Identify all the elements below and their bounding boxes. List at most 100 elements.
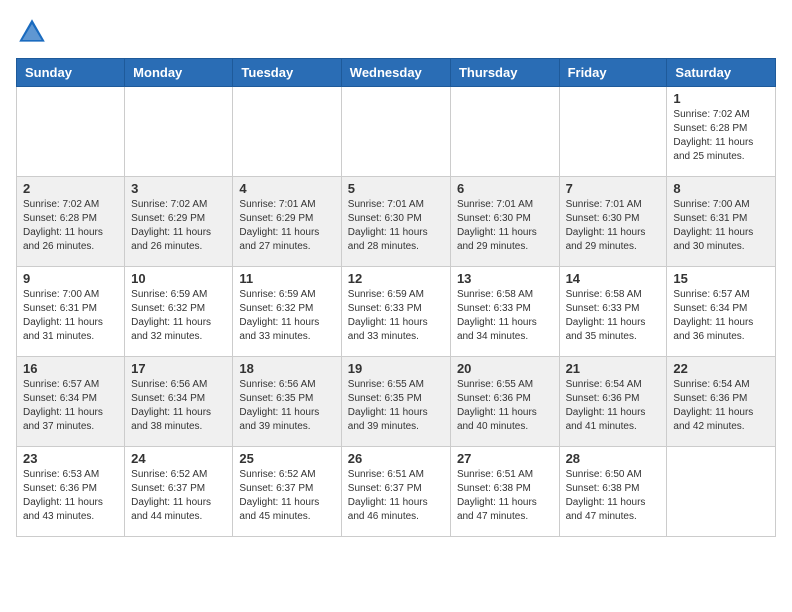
calendar-cell: 2 Sunrise: 7:02 AM Sunset: 6:28 PM Daylig… [17, 177, 125, 267]
day-number: 20 [457, 361, 553, 376]
calendar-header-row: SundayMondayTuesdayWednesdayThursdayFrid… [17, 59, 776, 87]
logo-icon [16, 16, 48, 48]
calendar-cell [125, 87, 233, 177]
calendar-week-5: 23 Sunrise: 6:53 AM Sunset: 6:36 PM Dayli… [17, 447, 776, 537]
calendar-cell: 4 Sunrise: 7:01 AM Sunset: 6:29 PM Daylig… [233, 177, 341, 267]
calendar-week-1: 1 Sunrise: 7:02 AM Sunset: 6:28 PM Daylig… [17, 87, 776, 177]
calendar-cell: 11 Sunrise: 6:59 AM Sunset: 6:32 PM Dayli… [233, 267, 341, 357]
calendar-cell [233, 87, 341, 177]
cell-content: Sunrise: 6:54 AM Sunset: 6:36 PM Dayligh… [566, 378, 661, 434]
column-header-monday: Monday [125, 59, 233, 87]
calendar-cell: 19 Sunrise: 6:55 AM Sunset: 6:35 PM Dayli… [341, 357, 450, 447]
day-number: 17 [131, 361, 226, 376]
calendar-cell: 18Sunrise: 6:56 AM Sunset: 6:35 PM Dayli… [233, 357, 341, 447]
cell-content: Sunrise: 6:55 AM Sunset: 6:35 PM Dayligh… [348, 378, 444, 434]
day-number: 9 [23, 271, 118, 286]
cell-content: Sunrise: 7:00 AM Sunset: 6:31 PM Dayligh… [23, 288, 118, 344]
calendar-cell: 6Sunrise: 7:01 AM Sunset: 6:30 PM Daylig… [450, 177, 559, 267]
calendar-cell: 12 Sunrise: 6:59 AM Sunset: 6:33 PM Dayli… [341, 267, 450, 357]
day-number: 13 [457, 271, 553, 286]
cell-content: Sunrise: 6:52 AM Sunset: 6:37 PM Dayligh… [131, 468, 226, 524]
day-number: 19 [348, 361, 444, 376]
calendar-cell [17, 87, 125, 177]
cell-content: Sunrise: 6:58 AM Sunset: 6:33 PM Dayligh… [566, 288, 661, 344]
cell-content: Sunrise: 6:59 AM Sunset: 6:32 PM Dayligh… [131, 288, 226, 344]
cell-content: Sunrise: 7:02 AM Sunset: 6:29 PM Dayligh… [131, 198, 226, 254]
cell-content: Sunrise: 6:52 AM Sunset: 6:37 PM Dayligh… [239, 468, 334, 524]
day-number: 1 [673, 91, 769, 106]
day-number: 23 [23, 451, 118, 466]
day-number: 22 [673, 361, 769, 376]
cell-content: Sunrise: 6:57 AM Sunset: 6:34 PM Dayligh… [673, 288, 769, 344]
cell-content: Sunrise: 6:57 AM Sunset: 6:34 PM Dayligh… [23, 378, 118, 434]
day-number: 8 [673, 181, 769, 196]
cell-content: Sunrise: 7:01 AM Sunset: 6:30 PM Dayligh… [457, 198, 553, 254]
day-number: 16 [23, 361, 118, 376]
day-number: 12 [348, 271, 444, 286]
calendar-cell: 8 Sunrise: 7:00 AM Sunset: 6:31 PM Daylig… [667, 177, 776, 267]
cell-content: Sunrise: 6:56 AM Sunset: 6:34 PM Dayligh… [131, 378, 226, 434]
calendar-cell [559, 87, 667, 177]
calendar-cell: 10Sunrise: 6:59 AM Sunset: 6:32 PM Dayli… [125, 267, 233, 357]
day-number: 3 [131, 181, 226, 196]
calendar-cell: 15 Sunrise: 6:57 AM Sunset: 6:34 PM Dayli… [667, 267, 776, 357]
calendar-table: SundayMondayTuesdayWednesdayThursdayFrid… [16, 58, 776, 537]
day-number: 11 [239, 271, 334, 286]
cell-content: Sunrise: 7:02 AM Sunset: 6:28 PM Dayligh… [23, 198, 118, 254]
day-number: 21 [566, 361, 661, 376]
day-number: 24 [131, 451, 226, 466]
calendar-cell: 26 Sunrise: 6:51 AM Sunset: 6:37 PM Dayli… [341, 447, 450, 537]
calendar-week-4: 16 Sunrise: 6:57 AM Sunset: 6:34 PM Dayli… [17, 357, 776, 447]
cell-content: Sunrise: 6:55 AM Sunset: 6:36 PM Dayligh… [457, 378, 553, 434]
day-number: 7 [566, 181, 661, 196]
column-header-saturday: Saturday [667, 59, 776, 87]
logo [16, 16, 52, 48]
column-header-thursday: Thursday [450, 59, 559, 87]
calendar-cell: 25 Sunrise: 6:52 AM Sunset: 6:37 PM Dayli… [233, 447, 341, 537]
calendar-cell: 7 Sunrise: 7:01 AM Sunset: 6:30 PM Daylig… [559, 177, 667, 267]
calendar-week-3: 9 Sunrise: 7:00 AM Sunset: 6:31 PM Daylig… [17, 267, 776, 357]
cell-content: Sunrise: 6:53 AM Sunset: 6:36 PM Dayligh… [23, 468, 118, 524]
cell-content: Sunrise: 6:58 AM Sunset: 6:33 PM Dayligh… [457, 288, 553, 344]
cell-content: Sunrise: 6:59 AM Sunset: 6:32 PM Dayligh… [239, 288, 334, 344]
day-number: 15 [673, 271, 769, 286]
cell-content: Sunrise: 6:50 AM Sunset: 6:38 PM Dayligh… [566, 468, 661, 524]
day-number: 4 [239, 181, 334, 196]
day-number: 26 [348, 451, 444, 466]
day-number: 25 [239, 451, 334, 466]
column-header-sunday: Sunday [17, 59, 125, 87]
calendar-cell: 20 Sunrise: 6:55 AM Sunset: 6:36 PM Dayli… [450, 357, 559, 447]
calendar-cell [450, 87, 559, 177]
calendar-cell: 1 Sunrise: 7:02 AM Sunset: 6:28 PM Daylig… [667, 87, 776, 177]
calendar-cell: 9 Sunrise: 7:00 AM Sunset: 6:31 PM Daylig… [17, 267, 125, 357]
day-number: 5 [348, 181, 444, 196]
calendar-cell: 3 Sunrise: 7:02 AM Sunset: 6:29 PM Daylig… [125, 177, 233, 267]
day-number: 18 [239, 361, 334, 376]
cell-content: Sunrise: 6:59 AM Sunset: 6:33 PM Dayligh… [348, 288, 444, 344]
column-header-tuesday: Tuesday [233, 59, 341, 87]
cell-content: Sunrise: 7:01 AM Sunset: 6:29 PM Dayligh… [239, 198, 334, 254]
cell-content: Sunrise: 7:02 AM Sunset: 6:28 PM Dayligh… [673, 108, 769, 164]
page-header [16, 16, 776, 48]
cell-content: Sunrise: 6:54 AM Sunset: 6:36 PM Dayligh… [673, 378, 769, 434]
column-header-wednesday: Wednesday [341, 59, 450, 87]
calendar-cell: 14 Sunrise: 6:58 AM Sunset: 6:33 PM Dayli… [559, 267, 667, 357]
calendar-cell: 21 Sunrise: 6:54 AM Sunset: 6:36 PM Dayli… [559, 357, 667, 447]
day-number: 2 [23, 181, 118, 196]
calendar-cell: 16 Sunrise: 6:57 AM Sunset: 6:34 PM Dayli… [17, 357, 125, 447]
calendar-cell: 23 Sunrise: 6:53 AM Sunset: 6:36 PM Dayli… [17, 447, 125, 537]
cell-content: Sunrise: 7:01 AM Sunset: 6:30 PM Dayligh… [566, 198, 661, 254]
day-number: 14 [566, 271, 661, 286]
calendar-cell: 13 Sunrise: 6:58 AM Sunset: 6:33 PM Dayli… [450, 267, 559, 357]
calendar-cell [341, 87, 450, 177]
calendar-cell: 27Sunrise: 6:51 AM Sunset: 6:38 PM Dayli… [450, 447, 559, 537]
day-number: 27 [457, 451, 553, 466]
calendar-cell: 17 Sunrise: 6:56 AM Sunset: 6:34 PM Dayli… [125, 357, 233, 447]
cell-content: Sunrise: 6:51 AM Sunset: 6:37 PM Dayligh… [348, 468, 444, 524]
calendar-cell: 22 Sunrise: 6:54 AM Sunset: 6:36 PM Dayli… [667, 357, 776, 447]
column-header-friday: Friday [559, 59, 667, 87]
cell-content: Sunrise: 7:01 AM Sunset: 6:30 PM Dayligh… [348, 198, 444, 254]
calendar-cell: 28Sunrise: 6:50 AM Sunset: 6:38 PM Dayli… [559, 447, 667, 537]
calendar-week-2: 2 Sunrise: 7:02 AM Sunset: 6:28 PM Daylig… [17, 177, 776, 267]
cell-content: Sunrise: 7:00 AM Sunset: 6:31 PM Dayligh… [673, 198, 769, 254]
